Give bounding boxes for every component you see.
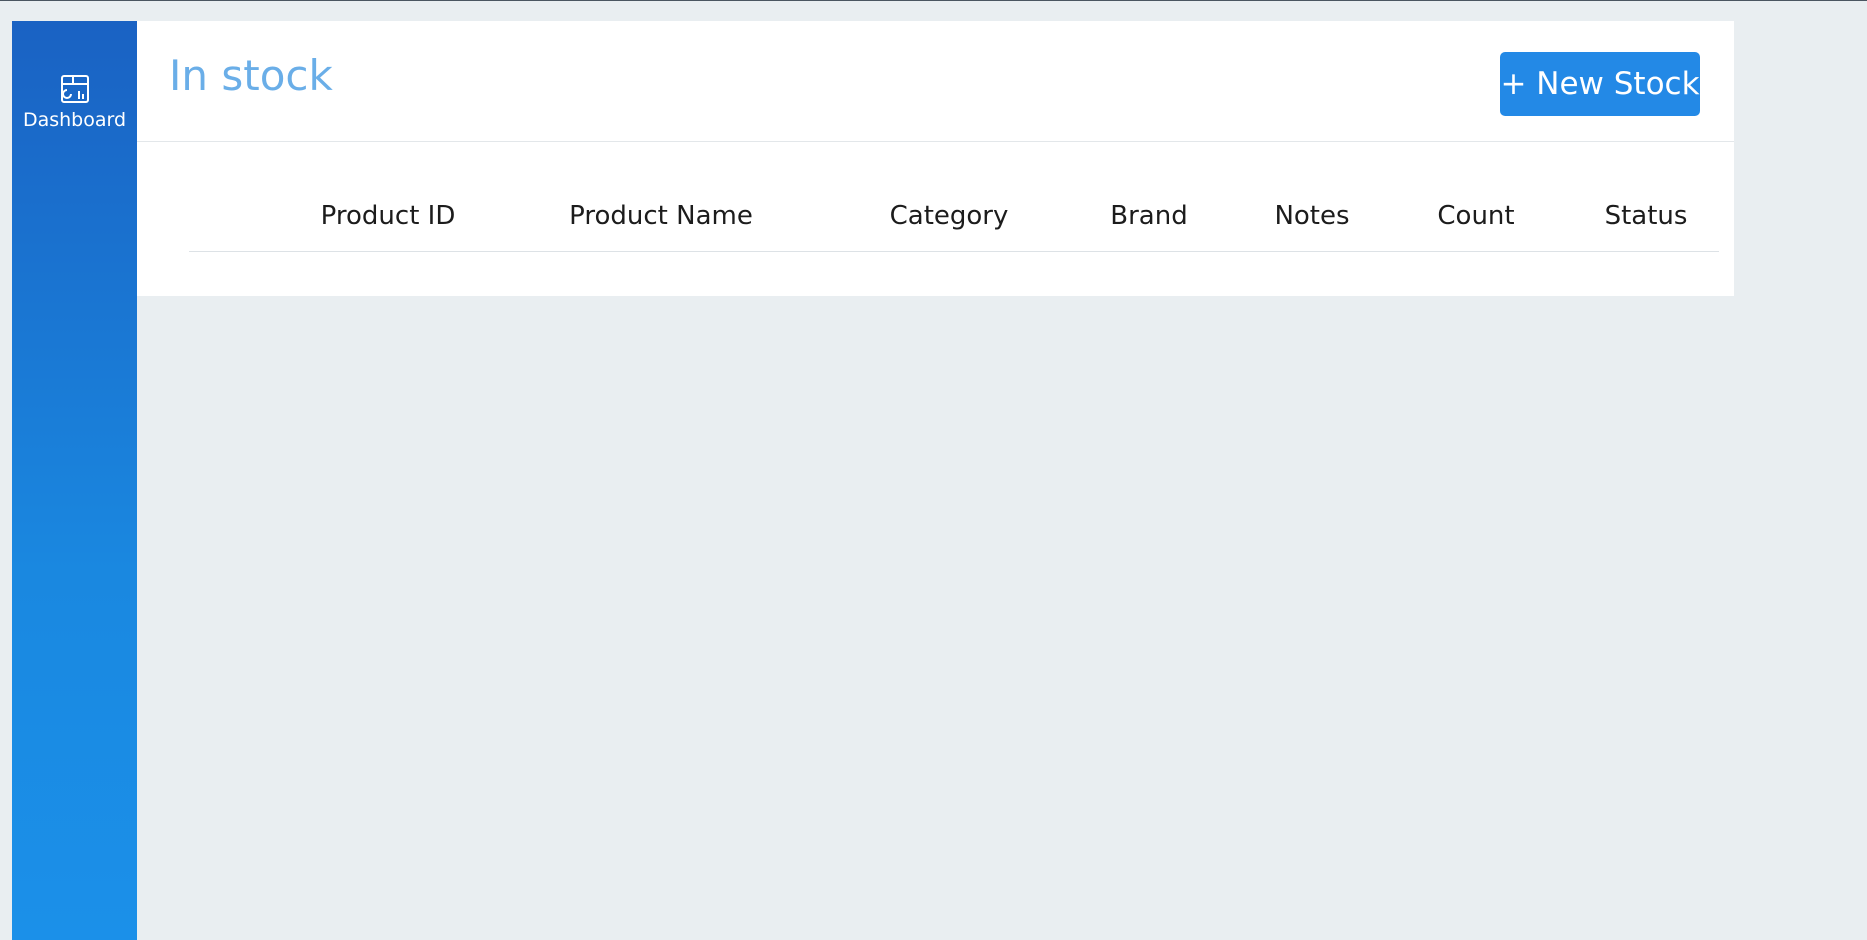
- window-top-border: [0, 0, 1867, 1]
- stock-table-header: Product ID Product Name Category Brand N…: [189, 181, 1719, 252]
- column-header-status[interactable]: Status: [1605, 201, 1688, 231]
- column-header-brand[interactable]: Brand: [1110, 201, 1187, 231]
- panel-header: In stock + New Stock: [137, 21, 1734, 142]
- sidebar-item-dashboard[interactable]: Dashboard: [12, 51, 137, 136]
- stock-panel: In stock + New Stock Product ID Product …: [137, 21, 1734, 296]
- column-header-category[interactable]: Category: [890, 201, 1009, 231]
- column-header-product-id[interactable]: Product ID: [321, 201, 456, 231]
- sidebar-item-label: Dashboard: [22, 109, 127, 131]
- new-stock-button[interactable]: + New Stock: [1500, 52, 1700, 116]
- page-title: In stock: [169, 51, 333, 100]
- dashboard-chart-icon: [60, 75, 89, 103]
- column-header-count[interactable]: Count: [1437, 201, 1514, 231]
- sidebar: Dashboard: [12, 21, 137, 940]
- column-header-notes[interactable]: Notes: [1274, 201, 1349, 231]
- column-header-product-name[interactable]: Product Name: [569, 201, 753, 231]
